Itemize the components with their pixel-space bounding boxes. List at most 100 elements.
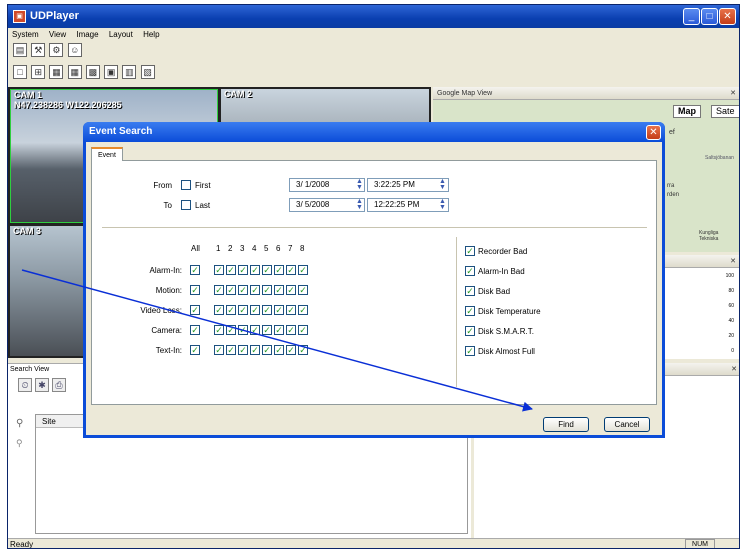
channel-checkbox[interactable]: ✓	[262, 305, 272, 315]
channel-checkbox[interactable]: ✓	[250, 325, 260, 335]
cancel-button[interactable]: Cancel	[604, 417, 650, 432]
camera-label: CAM 1	[14, 90, 43, 100]
system-event-checkbox[interactable]: ✓	[465, 286, 475, 296]
minimize-button[interactable]: _	[683, 8, 700, 25]
channel-checkbox[interactable]: ✓	[298, 345, 308, 355]
first-checkbox[interactable]	[181, 180, 191, 190]
channel-checkbox[interactable]: ✓	[286, 285, 296, 295]
channel-checkbox[interactable]: ✓	[298, 305, 308, 315]
channel-checkbox[interactable]: ✓	[250, 285, 260, 295]
panel-title: Google Map View	[437, 90, 493, 97]
from-time-field[interactable]: 3:22:25 PM	[367, 178, 449, 192]
channel-checkbox[interactable]: ✓	[286, 325, 296, 335]
channel-checkbox[interactable]: ✓	[214, 325, 224, 335]
channel-checkbox[interactable]: ✓	[274, 325, 284, 335]
layout-6-icon[interactable]: ▦	[49, 65, 64, 79]
channel-checkbox[interactable]: ✓	[262, 325, 272, 335]
layout-9-icon[interactable]: ▦	[67, 65, 82, 79]
graph-tick: 60	[728, 303, 734, 309]
menu-system[interactable]: System	[8, 28, 43, 41]
menu-layout[interactable]: Layout	[105, 28, 137, 41]
search-icon[interactable]: ⚲	[16, 418, 23, 429]
channel-checkbox[interactable]: ✓	[226, 285, 236, 295]
channel-checkbox[interactable]: ✓	[238, 345, 248, 355]
channel-checkbox[interactable]: ✓	[238, 285, 248, 295]
dialog-close-button[interactable]: ✕	[646, 125, 661, 140]
maximize-button[interactable]: □	[701, 8, 718, 25]
system-event-checkbox[interactable]: ✓	[465, 246, 475, 256]
layout-1-icon[interactable]: □	[13, 65, 27, 79]
search-next-icon[interactable]: ⚲	[16, 438, 23, 449]
to-time-spinner[interactable]: ▲ ▼	[438, 198, 447, 211]
from-date-field[interactable]: 3/ 1/2008	[289, 178, 365, 192]
map-tab[interactable]: Map	[673, 105, 701, 118]
from-time-spinner[interactable]: ▲ ▼	[438, 178, 447, 191]
system-event-checkbox[interactable]: ✓	[465, 326, 475, 336]
channel-checkbox[interactable]: ✓	[298, 325, 308, 335]
layout-custom-icon[interactable]: ▥	[122, 65, 137, 79]
channel-checkbox[interactable]: ✓	[214, 305, 224, 315]
channel-checkbox[interactable]: ✓	[262, 285, 272, 295]
search-camera-icon[interactable]: ⎙	[52, 378, 66, 392]
channel-checkbox[interactable]: ✓	[214, 345, 224, 355]
channel-checkbox[interactable]: ✓	[274, 285, 284, 295]
channel-checkbox[interactable]: ✓	[286, 265, 296, 275]
tab-event[interactable]: Event	[91, 147, 123, 161]
menu-help[interactable]: Help	[139, 28, 163, 41]
users-icon[interactable]: ☺	[67, 43, 82, 57]
to-time-field[interactable]: 12:22:25 PM	[367, 198, 449, 212]
channel-checkbox[interactable]: ✓	[214, 285, 224, 295]
system-event-checkbox[interactable]: ✓	[465, 266, 475, 276]
channel-checkbox[interactable]: ✓	[262, 265, 272, 275]
channel-checkbox[interactable]: ✓	[286, 305, 296, 315]
channel-checkbox[interactable]: ✓	[226, 265, 236, 275]
last-checkbox[interactable]	[181, 200, 191, 210]
layout-4-icon[interactable]: ⊞	[31, 65, 46, 79]
channel-checkbox[interactable]: ✓	[250, 265, 260, 275]
close-button[interactable]: ✕	[719, 8, 736, 25]
channel-checkbox[interactable]: ✓	[274, 345, 284, 355]
find-button[interactable]: Find	[543, 417, 589, 432]
graph-tick: 80	[728, 288, 734, 294]
channel-checkbox[interactable]: ✓	[214, 265, 224, 275]
channel-checkbox[interactable]: ✓	[298, 285, 308, 295]
all-channels-checkbox[interactable]: ✓	[190, 285, 200, 295]
channel-checkbox[interactable]: ✓	[286, 345, 296, 355]
layout-16-icon[interactable]: ▩	[85, 65, 100, 79]
all-channels-checkbox[interactable]: ✓	[190, 305, 200, 315]
all-channels-checkbox[interactable]: ✓	[190, 325, 200, 335]
close-icon[interactable]: ✕	[730, 255, 736, 268]
channel-checkbox[interactable]: ✓	[274, 305, 284, 315]
system-event-checkbox[interactable]: ✓	[465, 306, 475, 316]
channel-checkbox[interactable]: ✓	[262, 345, 272, 355]
channel-checkbox[interactable]: ✓	[250, 305, 260, 315]
channel-checkbox[interactable]: ✓	[238, 265, 248, 275]
satellite-tab[interactable]: Sate	[711, 105, 739, 118]
channel-checkbox[interactable]: ✓	[226, 305, 236, 315]
menu-view[interactable]: View	[45, 28, 70, 41]
image-icon[interactable]: ▤	[13, 43, 27, 57]
settings-icon[interactable]: ⚙	[49, 43, 64, 57]
close-icon[interactable]: ✕	[731, 363, 737, 376]
channel-checkbox[interactable]: ✓	[226, 325, 236, 335]
channel-checkbox[interactable]: ✓	[226, 345, 236, 355]
channel-checkbox[interactable]: ✓	[298, 265, 308, 275]
layout-full-icon[interactable]: ▧	[140, 65, 155, 79]
channel-checkbox[interactable]: ✓	[238, 325, 248, 335]
search-time-icon[interactable]: ⏲	[18, 378, 32, 392]
to-date-spinner[interactable]: ▲ ▼	[355, 198, 364, 211]
menu-image[interactable]: Image	[72, 28, 102, 41]
from-date-spinner[interactable]: ▲ ▼	[355, 178, 364, 191]
layout-pip-icon[interactable]: ▣	[104, 65, 119, 79]
search-event-icon[interactable]: ✱	[35, 378, 49, 392]
system-event-checkbox[interactable]: ✓	[465, 346, 475, 356]
tools-icon[interactable]: ⚒	[31, 43, 46, 57]
channel-checkbox[interactable]: ✓	[250, 345, 260, 355]
close-icon[interactable]: ✕	[730, 87, 736, 100]
channel-checkbox[interactable]: ✓	[274, 265, 284, 275]
all-channels-checkbox[interactable]: ✓	[190, 265, 200, 275]
channel-checkbox[interactable]: ✓	[238, 305, 248, 315]
to-date-field[interactable]: 3/ 5/2008	[289, 198, 365, 212]
dialog-title: Event Search	[89, 126, 153, 137]
all-channels-checkbox[interactable]: ✓	[190, 345, 200, 355]
